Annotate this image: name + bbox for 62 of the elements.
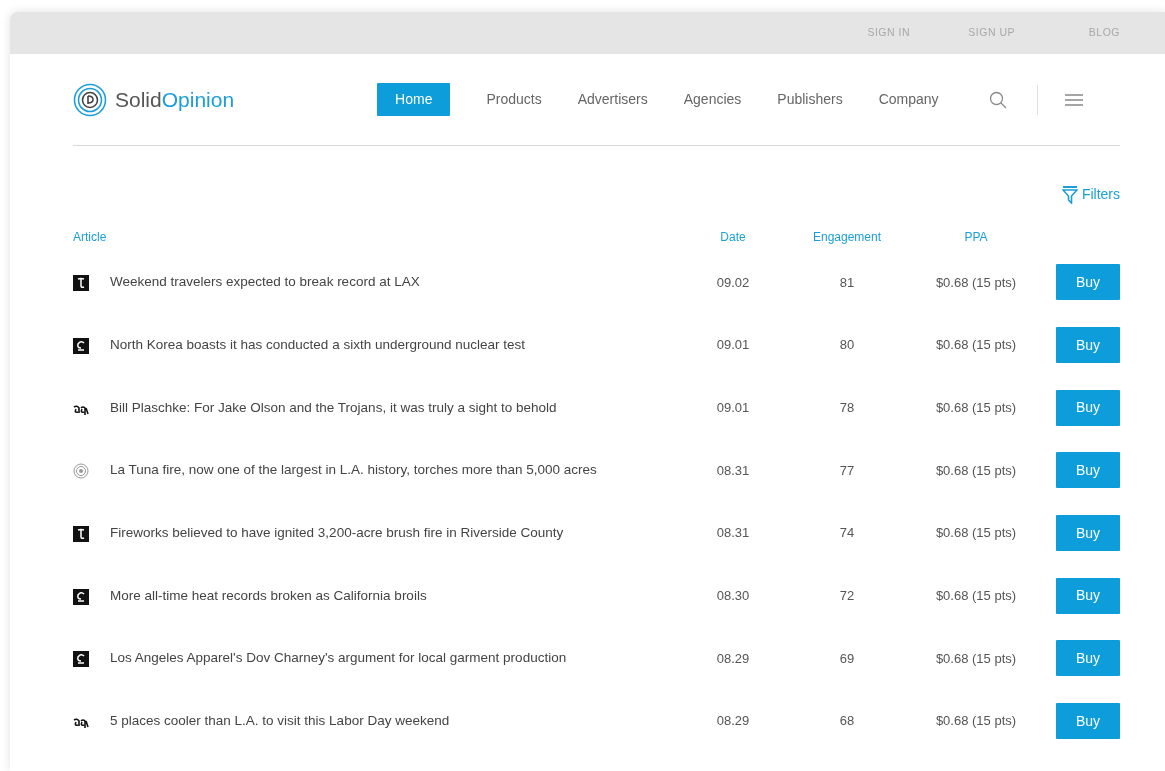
article-title[interactable]: North Korea boasts it has conducted a sixth underground nuclear test — [110, 334, 700, 356]
buy-button[interactable]: Buy — [1056, 264, 1120, 301]
engagement-cell-text: 72 — [838, 587, 856, 606]
date-cell-text: 08.29 — [715, 712, 751, 731]
buy-button[interactable]: Buy — [1056, 703, 1120, 740]
price-cell-text: $0.68 (15 pts) — [934, 649, 1018, 668]
article-title[interactable]: Bill Plaschke: For Jake Olson and the Trojans, it was truly a sight to behold — [110, 397, 700, 418]
article-title[interactable]: Weekend travelers expected to break record at LAX — [110, 272, 700, 293]
column-header: Article — [73, 229, 107, 246]
search-icon[interactable] — [988, 90, 1007, 109]
logo-icon — [73, 82, 107, 117]
menu-icon[interactable] — [1064, 92, 1083, 107]
engagement-cell-text: 74 — [838, 524, 856, 543]
engagement-cell-text: 80 — [838, 336, 856, 355]
buy-button[interactable]: Buy — [1056, 452, 1120, 489]
filter-icon — [1061, 185, 1078, 204]
engagement-cell-text: 78 — [838, 398, 856, 417]
buy-button[interactable]: Buy — [1056, 389, 1120, 426]
date-cell-text: 08.31 — [715, 524, 751, 543]
column-header: Date — [720, 229, 746, 246]
column-header: PPA — [964, 229, 988, 246]
nav-link[interactable]: Agencies — [683, 83, 742, 116]
logo-text[interactable]: SolidOpinion — [115, 83, 235, 116]
price-cell-text: $0.68 (15 pts) — [934, 273, 1018, 292]
article-title[interactable]: Fireworks believed to have ignited 3,200-acre brush fire in Riverside County — [110, 522, 700, 544]
engagement-cell-text: 68 — [838, 712, 856, 731]
nav-link[interactable]: Products — [486, 83, 542, 116]
source-square-icon — [73, 588, 89, 605]
source-square-icon — [73, 651, 89, 668]
engagement-cell-text: 77 — [838, 461, 856, 480]
price-cell-text: $0.68 (15 pts) — [934, 336, 1018, 355]
date-cell-text: 08.30 — [715, 587, 751, 606]
buy-button[interactable]: Buy — [1056, 515, 1120, 552]
article-title[interactable]: 5 places cooler than L.A. to visit this Labor Day weekend — [110, 711, 700, 732]
buy-button[interactable]: Buy — [1056, 640, 1120, 677]
article-title[interactable]: More all-time heat records broken as California broils — [110, 585, 700, 606]
date-cell-text: 09.02 — [715, 273, 751, 292]
source-square-icon — [73, 525, 89, 542]
nav-link[interactable]: Advertisers — [577, 83, 648, 116]
filters-link[interactable]: Filters — [1061, 184, 1120, 205]
date-cell-text: 09.01 — [715, 398, 751, 417]
article-title[interactable]: Los Angeles Apparel's Dov Charney's argument for local garment production — [110, 648, 700, 669]
source-square-icon — [73, 275, 89, 292]
price-cell-text: $0.68 (15 pts) — [934, 398, 1018, 417]
price-cell-text: $0.68 (15 pts) — [934, 524, 1018, 543]
date-cell-text: 08.31 — [715, 461, 751, 480]
source-square-icon — [73, 337, 89, 354]
price-cell-text: $0.68 (15 pts) — [934, 587, 1018, 606]
buy-button[interactable]: Buy — [1056, 577, 1120, 614]
buy-button[interactable]: Buy — [1056, 327, 1120, 364]
price-cell-text: $0.68 (15 pts) — [934, 712, 1018, 731]
price-cell-text: $0.68 (15 pts) — [934, 461, 1018, 480]
nav-link[interactable]: Company — [878, 83, 939, 116]
nav-link[interactable]: Publishers — [777, 83, 843, 116]
source-rings-icon — [73, 463, 89, 480]
engagement-cell-text: 81 — [838, 273, 856, 292]
engagement-cell-text: 69 — [838, 649, 856, 668]
nav-link[interactable]: Home — [377, 83, 451, 116]
date-cell-text: 09.01 — [715, 336, 751, 355]
article-title[interactable]: La Tuna fire, now one of the largest in L.A. history, torches more than 5,000 acres — [110, 460, 700, 481]
date-cell-text: 08.29 — [715, 649, 751, 668]
column-header: Engagement — [812, 229, 882, 246]
